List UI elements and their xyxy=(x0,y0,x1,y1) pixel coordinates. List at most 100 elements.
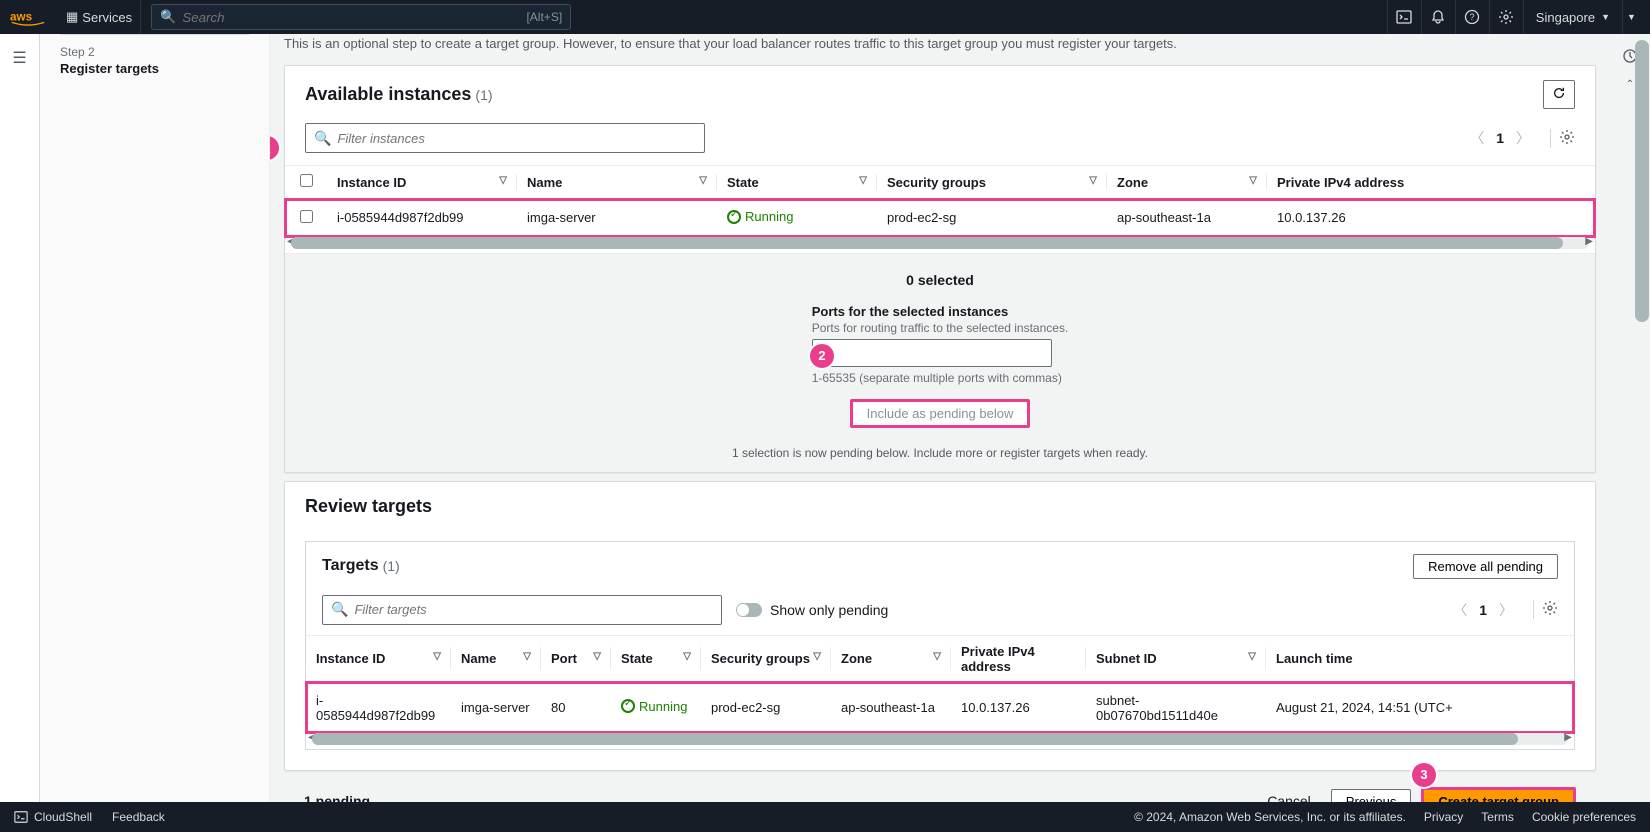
pending-count: 1 pending xyxy=(304,793,370,802)
available-count: (1) xyxy=(475,87,492,103)
filter-targets-box[interactable]: 🔍 xyxy=(322,595,722,625)
cell-name: imga-server xyxy=(517,199,717,237)
search-input[interactable] xyxy=(182,10,526,25)
search-shortcut: [Alt+S] xyxy=(526,10,562,24)
cookie-prefs-link[interactable]: Cookie preferences xyxy=(1532,810,1636,824)
remove-all-pending-button[interactable]: Remove all pending xyxy=(1413,554,1558,579)
targets-title: Targets xyxy=(322,557,379,575)
caret-up-icon[interactable]: ⌃ xyxy=(1626,79,1634,90)
cloudshell-icon[interactable] xyxy=(1387,0,1421,34)
select-all-checkbox[interactable] xyxy=(300,174,313,187)
col-instance-id[interactable]: Instance ID▽ xyxy=(327,166,517,199)
review-title: Review targets xyxy=(305,496,432,517)
next-page-button[interactable]: 〉 xyxy=(1512,126,1534,150)
nav-toggle-rail: ☰ xyxy=(0,34,40,802)
col-name[interactable]: Name▽ xyxy=(517,166,717,199)
cell-ip: 10.0.137.26 xyxy=(1267,199,1595,237)
page-number: 1 xyxy=(1479,602,1487,618)
feedback-link[interactable]: Feedback xyxy=(112,810,165,824)
page-number: 1 xyxy=(1496,130,1504,146)
page-actions: 3 1 pending Cancel Previous Create targe… xyxy=(284,771,1596,803)
tcol-sg[interactable]: Security groups▽ xyxy=(701,635,831,682)
available-pager: 〈 1 〉 xyxy=(1466,126,1575,150)
tcol-state[interactable]: State▽ xyxy=(611,635,701,682)
page-v-scrollbar[interactable] xyxy=(1635,40,1649,822)
targets-inner-panel: Targets (1) Remove all pending 🔍 Show on… xyxy=(305,541,1575,750)
aws-logo[interactable]: aws xyxy=(10,8,46,26)
col-zone[interactable]: Zone▽ xyxy=(1107,166,1267,199)
table-settings-icon[interactable] xyxy=(1550,129,1575,148)
prev-page-button[interactable]: 〈 xyxy=(1449,598,1471,622)
filter-instances-box[interactable]: 🔍 xyxy=(305,123,705,153)
annotation-1: 1 xyxy=(270,136,279,160)
tcol-instance-id[interactable]: Instance ID▽ xyxy=(306,635,451,682)
tcell-sg: prod-ec2-sg xyxy=(701,682,831,733)
cell-sg: prod-ec2-sg xyxy=(877,199,1107,237)
help-icon[interactable]: ? xyxy=(1455,0,1489,34)
search-icon: 🔍 xyxy=(331,601,348,618)
privacy-link[interactable]: Privacy xyxy=(1424,810,1463,824)
svg-text:?: ? xyxy=(1470,12,1475,22)
filter-instances-input[interactable] xyxy=(337,131,696,146)
previous-button[interactable]: Previous xyxy=(1331,789,1412,803)
top-nav: aws ▦ Services 🔍 [Alt+S] ? Singapore ▼ ▼ xyxy=(0,0,1650,34)
ports-input[interactable] xyxy=(812,339,1052,367)
services-menu[interactable]: ▦ Services xyxy=(58,0,141,34)
refresh-button[interactable] xyxy=(1543,80,1575,109)
region-selector[interactable]: Singapore ▼ xyxy=(1523,0,1622,34)
col-state[interactable]: State▽ xyxy=(717,166,877,199)
targets-h-scrollbar[interactable]: ◀▶ xyxy=(312,733,1568,745)
wizard-sidebar: Step 2 Register targets xyxy=(40,34,270,802)
services-label: Services xyxy=(82,10,132,25)
row-checkbox[interactable] xyxy=(300,210,313,223)
show-pending-toggle[interactable] xyxy=(736,603,762,617)
ports-section: 2 0 selected Ports for the selected inst… xyxy=(285,253,1595,472)
filter-targets-input[interactable] xyxy=(354,602,713,617)
table-settings-icon[interactable] xyxy=(1533,600,1558,619)
terms-link[interactable]: Terms xyxy=(1481,810,1514,824)
step-title[interactable]: Register targets xyxy=(60,61,249,76)
tcol-zone[interactable]: Zone▽ xyxy=(831,635,951,682)
caret-down-icon: ▼ xyxy=(1601,12,1610,22)
targets-count: (1) xyxy=(383,558,400,574)
tcell-ip: 10.0.137.26 xyxy=(951,682,1086,733)
settings-icon[interactable] xyxy=(1489,0,1523,34)
tcol-launch[interactable]: Launch time xyxy=(1266,635,1574,682)
tcell-subnet: subnet-0b07670bd1511d40e xyxy=(1086,682,1266,733)
next-page-button[interactable]: 〉 xyxy=(1495,598,1517,622)
search-icon: 🔍 xyxy=(160,9,176,25)
right-rail: ⌃ xyxy=(1610,34,1650,802)
account-menu[interactable]: ▼ xyxy=(1622,0,1640,34)
cell-zone: ap-southeast-1a xyxy=(1107,199,1267,237)
show-pending-label: Show only pending xyxy=(770,602,888,618)
cell-state: Running xyxy=(727,209,793,224)
selected-count: 0 selected xyxy=(305,272,1575,288)
col-ip[interactable]: Private IPv4 address xyxy=(1267,166,1595,199)
tcol-port[interactable]: Port▽ xyxy=(541,635,611,682)
annotation-2: 2 xyxy=(810,344,834,368)
tcol-subnet[interactable]: Subnet ID▽ xyxy=(1086,635,1266,682)
prev-page-button[interactable]: 〈 xyxy=(1466,126,1488,150)
target-row[interactable]: i-0585944d987f2db99 imga-server 80 Runni… xyxy=(306,682,1574,733)
global-search[interactable]: 🔍 [Alt+S] xyxy=(151,4,571,30)
create-target-group-button[interactable]: Create target group xyxy=(1421,787,1576,803)
running-icon xyxy=(727,210,741,224)
tcol-ip[interactable]: Private IPv4 address xyxy=(951,635,1086,682)
tcell-instance-id: i-0585944d987f2db99 xyxy=(306,682,451,733)
tcol-name[interactable]: Name▽ xyxy=(451,635,541,682)
running-icon xyxy=(621,699,635,713)
include-pending-button[interactable]: Include as pending below xyxy=(850,399,1031,428)
cancel-button[interactable]: Cancel xyxy=(1257,789,1321,802)
table-h-scrollbar[interactable]: ◀▶ xyxy=(291,237,1589,249)
review-targets-panel: Review targets Targets (1) Remove all pe… xyxy=(284,481,1596,771)
tcell-state: Running xyxy=(621,699,687,714)
notifications-icon[interactable] xyxy=(1421,0,1455,34)
targets-table: Instance ID▽ Name▽ Port▽ State▽ Security… xyxy=(306,635,1574,733)
instance-row[interactable]: i-0585944d987f2db99 imga-server Running … xyxy=(285,199,1595,237)
main-content: This is an optional step to create a tar… xyxy=(270,34,1610,802)
col-sg[interactable]: Security groups▽ xyxy=(877,166,1107,199)
cloudshell-link[interactable]: CloudShell xyxy=(14,810,92,824)
hamburger-icon[interactable]: ☰ xyxy=(12,48,26,68)
intro-text: This is an optional step to create a tar… xyxy=(284,34,1596,57)
svg-text:aws: aws xyxy=(10,11,33,24)
